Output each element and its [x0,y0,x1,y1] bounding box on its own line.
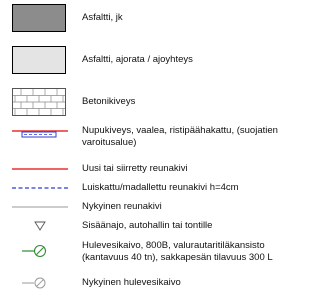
red-line-icon [12,168,68,170]
legend-label-asphalt-road: Asfaltti, ajorata / ajoyhteys [82,54,193,65]
legend-label-existing-curb: Nykyinen reunakivi [82,201,162,212]
dark-asphalt-swatch [12,4,66,32]
legend-label-asphalt-walkway: Asfaltti, jk [82,12,123,23]
down-triangle-symbol [10,220,70,232]
legend-label-driveway: Sisäänajo, autohallin tai tontille [82,220,213,231]
light-asphalt-swatch [12,46,66,74]
legend-label-lowered-curb: Luiskattu/madallettu reunakivi h=4cm [82,182,239,193]
new-drain-well-icon [22,244,47,258]
legend-row-lowered-curb: Luiskattu/madallettu reunakivi h=4cm [0,179,303,197]
legend-row-asphalt-walkway: Asfaltti, jk [0,0,303,36]
existing-drain-well-symbol [10,276,70,290]
legend-row-new-drain-well: Hulevesikaivo, 800B, valurautaritiläkans… [0,236,303,268]
legend-label-existing-drain-well: Nykyinen hulevesikaivo [82,277,181,288]
legend-label-cobble-line-2: varoitusalue) [82,137,137,148]
blue-dashed-line-symbol [10,186,70,190]
legend-label-new-curb: Uusi tai siirretty reunakivi [82,163,188,174]
gray-line-icon [12,206,68,208]
blue-dashed-line-icon [12,187,68,189]
red-solid-line-symbol [10,167,70,171]
legend-row-driveway: Sisäänajo, autohallin tai tontille [0,216,303,236]
cobble-strip-icon [12,130,68,138]
legend-label-concrete-paving: Betonikiveys [82,96,136,107]
legend-label-cobble-paving: Nupukiveys, vaalea, ristipäähakattu, (su… [82,125,278,149]
legend-row-existing-curb: Nykyinen reunakivi [0,198,303,216]
legend-row-cobble-paving: Nupukiveys, vaalea, ristipäähakattu, (su… [0,122,303,158]
legend-row-existing-drain-well: Nykyinen hulevesikaivo [0,274,303,292]
legend-label-new-drain-well: Hulevesikaivo, 800B, valurautaritiläkans… [82,240,273,264]
new-drain-well-symbol [10,244,70,258]
gray-solid-line-symbol [10,205,70,209]
brick-pattern-icon [13,89,65,115]
legend: Asfaltti, jk Asfaltti, ajorata / ajoyhte… [0,0,303,292]
legend-row-new-curb: Uusi tai siirretty reunakivi [0,160,303,178]
brick-pattern-swatch [12,88,66,116]
legend-label-drain-line-2: (kantavuus 40 tn), sakkapesän tilavuus 3… [82,252,273,263]
down-triangle-icon [34,221,46,231]
cobble-strip-symbol [10,128,70,142]
legend-label-drain-line-1: Hulevesikaivo, 800B, valurautaritiläkans… [82,240,265,251]
legend-row-concrete-paving: Betonikiveys [0,84,303,120]
legend-label-cobble-line-1: Nupukiveys, vaalea, ristipäähakattu, (su… [82,125,278,136]
legend-row-asphalt-road: Asfaltti, ajorata / ajoyhteys [0,42,303,78]
existing-drain-well-icon [22,277,46,289]
